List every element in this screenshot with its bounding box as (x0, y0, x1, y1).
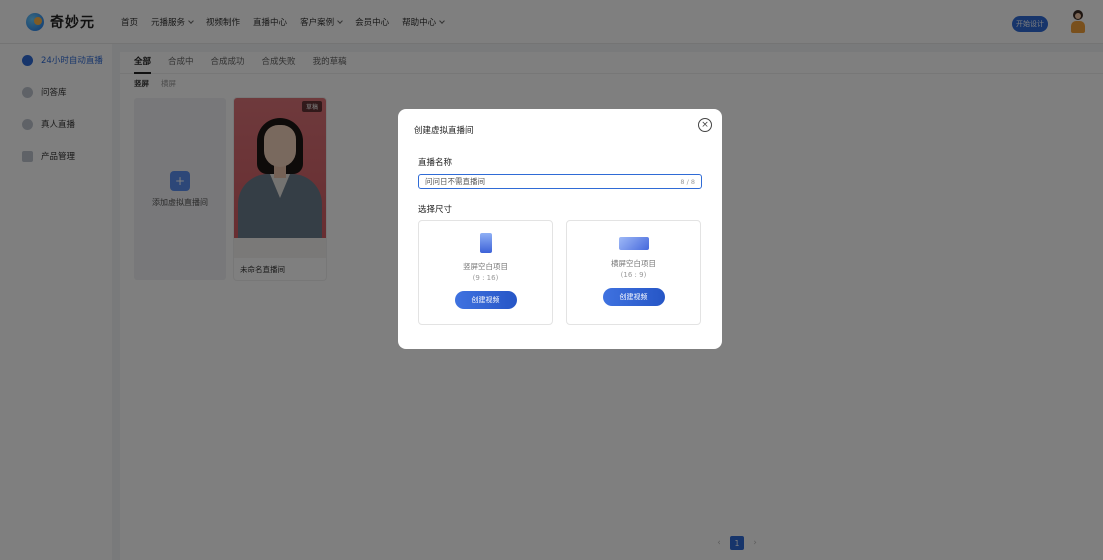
create-room-dialog: 创建虚拟直播间 × 直播名称 问问日不需直播间 8 / 8 选择尺寸 竖屏空白项… (398, 109, 722, 349)
portrait-ratio: (9 : 16) (472, 274, 499, 282)
dialog-title: 创建虚拟直播间 (414, 126, 474, 136)
portrait-title: 竖屏空白项目 (463, 262, 508, 271)
landscape-title: 横屏空白项目 (611, 259, 656, 268)
landscape-ratio: (16 : 9) (620, 271, 647, 279)
size-label: 选择尺寸 (418, 205, 453, 215)
create-landscape-button[interactable]: 创建视频 (602, 288, 665, 306)
name-label: 直播名称 (418, 158, 453, 168)
portrait-option-card[interactable]: 竖屏空白项目 (9 : 16) 创建视频 (418, 220, 553, 325)
landscape-option-card[interactable]: 横屏空白项目 (16 : 9) 创建视频 (566, 220, 701, 325)
portrait-phone-icon (479, 233, 492, 253)
room-name-input[interactable]: 问问日不需直播间 8 / 8 (418, 174, 702, 189)
room-name-value: 问问日不需直播间 (425, 177, 485, 186)
landscape-screen-icon (618, 237, 649, 250)
char-count: 8 / 8 (680, 177, 695, 186)
create-portrait-button[interactable]: 创建视频 (454, 291, 517, 309)
close-icon[interactable]: × (698, 118, 712, 132)
